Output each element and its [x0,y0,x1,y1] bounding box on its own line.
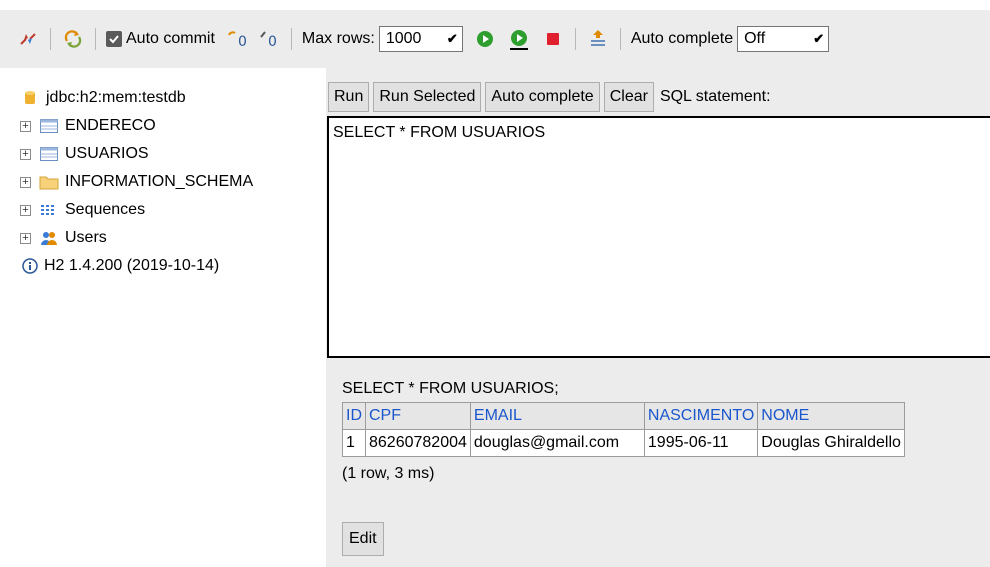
tree-item-label: INFORMATION_SCHEMA [65,173,254,190]
toolbar-separator [95,28,96,50]
expand-icon[interactable]: + [20,120,31,132]
connection-label: jdbc:h2:mem:testdb [46,89,186,106]
table-icon [39,117,59,135]
expand-icon[interactable]: + [20,148,31,160]
toolbar-separator [290,28,292,50]
table-header-row: ID CPF EMAIL NASCIMENTO NOME [342,402,905,430]
tree-item-sequences[interactable]: + Sequences [20,196,320,224]
clear-button[interactable]: Clear [603,82,654,112]
tree-item-usuarios[interactable]: + USUARIOS [20,140,320,168]
stop-icon[interactable] [541,27,565,51]
tree-version: H2 1.4.200 (2019-10-14) [20,252,320,280]
users-icon [39,229,59,247]
refresh-icon[interactable] [61,27,85,51]
table-cell: 1995-06-11 [643,429,759,457]
info-icon [20,257,40,275]
column-header[interactable]: NOME [757,402,905,430]
run-button[interactable]: Run [328,82,370,112]
edit-button[interactable]: Edit [342,522,384,556]
tree-item-users[interactable]: + Users [20,224,320,252]
table-cell: douglas@gmail.com [469,429,645,457]
run-selected-icon[interactable] [507,27,531,51]
row-count-info: (1 row, 3 ms) [342,465,435,482]
toolbar-separator [574,28,576,50]
table-cell: 1 [342,429,366,457]
auto-commit-checkbox[interactable] [106,31,122,47]
object-tree: jdbc:h2:mem:testdb + ENDERECO + USUARIOS… [20,84,320,280]
expand-icon[interactable]: + [20,176,31,188]
svg-text:0: 0 [268,34,277,49]
checkbox-checked-icon [109,35,119,44]
results-table: ID CPF EMAIL NASCIMENTO NOME 1 862607820… [342,402,905,457]
version-label: H2 1.4.200 (2019-10-14) [44,257,220,274]
sequence-icon [39,201,59,219]
table-icon [39,145,59,163]
window-top-strip [0,0,990,10]
auto-complete-button[interactable]: Auto complete [485,82,600,112]
tree-item-label: Users [65,229,107,246]
commit-icon[interactable]: 0 [257,27,281,51]
results-area: SELECT * FROM USUARIOS; ID CPF EMAIL NAS… [342,380,905,483]
auto-complete-label: Auto complete [630,30,734,47]
expand-icon[interactable]: + [20,204,31,216]
column-header[interactable]: EMAIL [469,402,645,430]
executed-query: SELECT * FROM USUARIOS; [342,380,559,397]
table-row: 1 86260782004 douglas@gmail.com 1995-06-… [342,429,905,457]
tree-item-label: USUARIOS [65,145,149,162]
toolbar-separator [619,28,621,50]
max-rows-label: Max rows: [301,30,375,47]
toolbar-separator [50,28,51,50]
rollback-icon[interactable]: 0 [225,27,249,51]
column-header[interactable]: ID [342,402,366,430]
history-icon[interactable] [586,27,610,51]
max-rows-select[interactable]: 1000 ✔ [378,26,463,52]
table-cell: Douglas Ghiraldello [757,429,905,457]
editor-button-bar: Run Run Selected Auto complete Clear SQL… [328,82,771,112]
auto-complete-select[interactable]: Off ✔ [737,26,830,52]
run-icon[interactable] [473,27,497,51]
max-rows-value: 1000 [385,30,422,47]
chevron-down-icon: ✔ [446,31,458,46]
auto-complete-value: Off [744,30,766,47]
run-selected-button[interactable]: Run Selected [373,82,482,112]
svg-text:0: 0 [238,34,247,49]
tree-item-endereco[interactable]: + ENDERECO [20,112,320,140]
expand-icon[interactable]: + [20,232,31,244]
database-icon [20,89,40,107]
sql-editor[interactable]: SELECT * FROM USUARIOS [327,116,990,358]
toolbar: Auto commit 0 0 Max rows: 1000 ✔ Auto co… [0,10,990,68]
folder-icon [39,173,59,191]
column-header[interactable]: NASCIMENTO [643,402,759,430]
sql-statement-label: SQL statement: [659,88,771,105]
tree-item-information-schema[interactable]: + INFORMATION_SCHEMA [20,168,320,196]
table-cell: 86260782004 [365,429,471,457]
chevron-down-icon: ✔ [813,31,825,46]
tree-item-label: ENDERECO [65,117,156,134]
tree-item-label: Sequences [65,201,146,218]
disconnect-icon[interactable] [16,27,40,51]
auto-commit-label: Auto commit [126,30,215,47]
column-header[interactable]: CPF [365,402,471,430]
tree-connection[interactable]: jdbc:h2:mem:testdb [20,84,320,112]
